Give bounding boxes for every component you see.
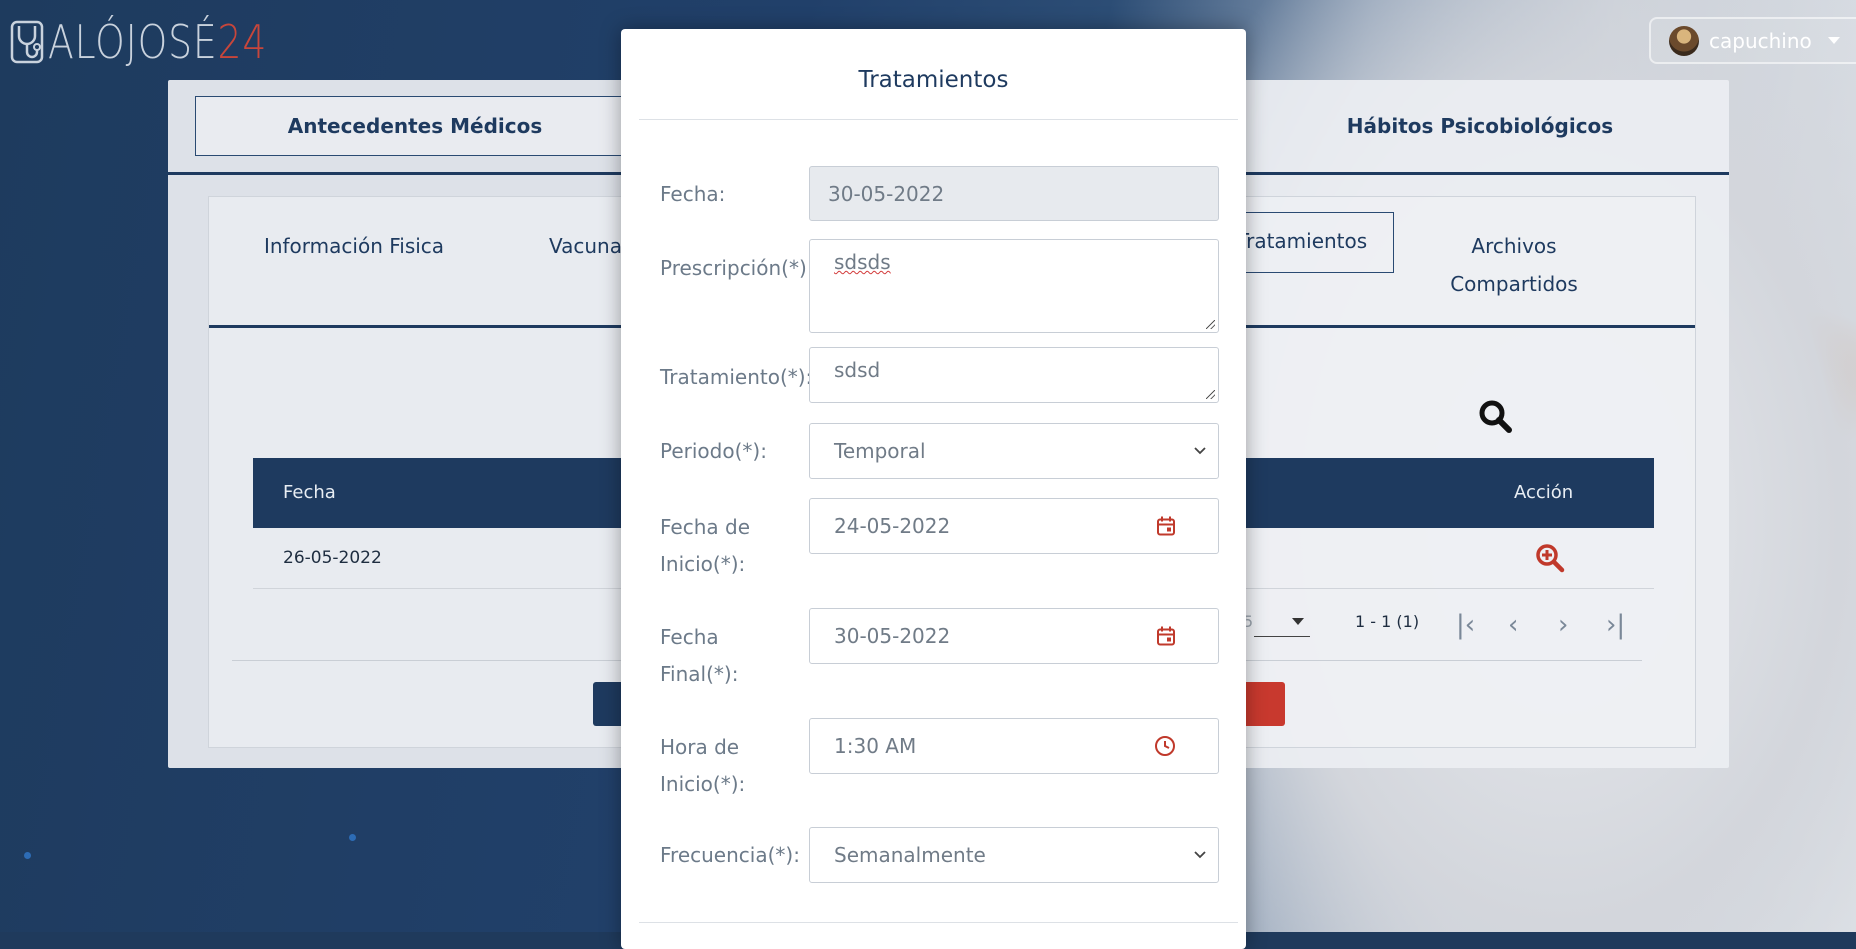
tab-antecedentes-medicos[interactable]: Antecedentes Médicos [195,96,635,156]
hora-inicio-value: 1:30 AM [834,734,917,758]
chevron-down-icon [1194,447,1206,455]
tratamiento-label: Tratamiento(*): [660,365,813,389]
fecha-inicio-label: Fecha de Inicio(*): [660,509,750,583]
hora-inicio-input[interactable]: 1:30 AM [809,718,1219,774]
label-line1: Fecha [660,625,719,649]
periodo-value: Temporal [834,439,926,463]
modal-title: Tratamientos [858,67,1009,93]
user-name: capuchino [1709,28,1812,53]
clock-icon[interactable] [1154,735,1176,757]
prescripcion-value: sdsds [834,250,891,274]
tratamientos-modal: Tratamientos Fecha: 30-05-2022 Prescripc… [621,29,1246,949]
pagination-range: 1 - 1 (1) [1355,612,1420,631]
prescripcion-label: Prescripción(*): [660,256,814,280]
subtab-label-line1: Archivos [1471,234,1557,258]
tab-label: Hábitos Psicobiológicos [1346,114,1614,138]
column-header-fecha: Fecha [283,482,336,503]
tratamiento-value: sdsd [834,358,881,382]
fecha-label: Fecha: [660,182,726,206]
prescripcion-textarea[interactable]: sdsds [809,239,1219,333]
fecha-value: 30-05-2022 [828,181,945,206]
fecha-final-label: Fecha Final(*): [660,619,738,693]
add-button[interactable] [1240,682,1285,726]
avatar [1669,25,1699,56]
tratamiento-textarea[interactable]: sdsd [809,347,1219,403]
resize-handle[interactable] [1206,320,1215,329]
last-page-icon[interactable]: ›| [1606,610,1625,640]
brand-logo[interactable]: ALÓJOSÉ24 [10,14,315,70]
frecuencia-label: Frecuencia(*): [660,843,800,867]
first-page-icon[interactable]: |‹ [1456,610,1475,640]
fecha-final-input[interactable]: 30-05-2022 [809,608,1219,664]
prev-page-icon[interactable]: ‹ [1508,610,1518,640]
zoom-in-icon[interactable] [1535,543,1565,573]
fecha-final-value: 30-05-2022 [834,624,951,648]
calendar-icon[interactable] [1156,516,1176,537]
label-line2: Final(*): [660,662,739,686]
brand-name: ALÓJOSÉ24 [48,15,268,69]
resize-handle[interactable] [1206,390,1215,399]
column-header-accion: Acción [1514,482,1574,503]
tab-habitos-psicobiologicos[interactable]: Hábitos Psicobiológicos [1260,96,1700,156]
decor-dot [349,834,356,841]
next-page-icon[interactable]: › [1558,610,1568,640]
chevron-down-icon [1194,851,1206,859]
stethoscope-icon [10,20,44,64]
label-line2: Inicio(*): [660,552,746,576]
chevron-down-icon [1827,37,1840,44]
label-line1: Fecha de [660,515,750,539]
fecha-field: 30-05-2022 [809,166,1219,221]
subtab-label-line2: Compartidos [1450,272,1578,296]
periodo-label: Periodo(*): [660,439,767,463]
page-size-underline [1254,636,1310,637]
fecha-inicio-input[interactable]: 24-05-2022 [809,498,1219,554]
label-line1: Hora de [660,735,740,759]
label-line2: Inicio(*): [660,772,746,796]
subtab-informacion-fisica[interactable]: Información Fisica [244,227,464,265]
modal-header-divider [639,119,1238,120]
fecha-inicio-value: 24-05-2022 [834,514,951,538]
hora-inicio-label: Hora de Inicio(*): [660,729,745,803]
periodo-select[interactable]: Temporal [809,423,1219,479]
subtab-archivos-compartidos[interactable]: Archivos Compartidos [1424,227,1604,303]
calendar-icon[interactable] [1156,626,1176,647]
search-icon[interactable] [1478,399,1514,435]
frecuencia-value: Semanalmente [834,843,986,867]
frecuencia-select[interactable]: Semanalmente [809,827,1219,883]
decor-dot [24,852,31,859]
chevron-down-icon[interactable] [1292,618,1304,625]
modal-footer-divider [639,922,1238,923]
user-menu[interactable]: capuchino [1649,17,1856,64]
cell-fecha: 26-05-2022 [283,548,382,568]
tab-label: Antecedentes Médicos [287,114,543,138]
